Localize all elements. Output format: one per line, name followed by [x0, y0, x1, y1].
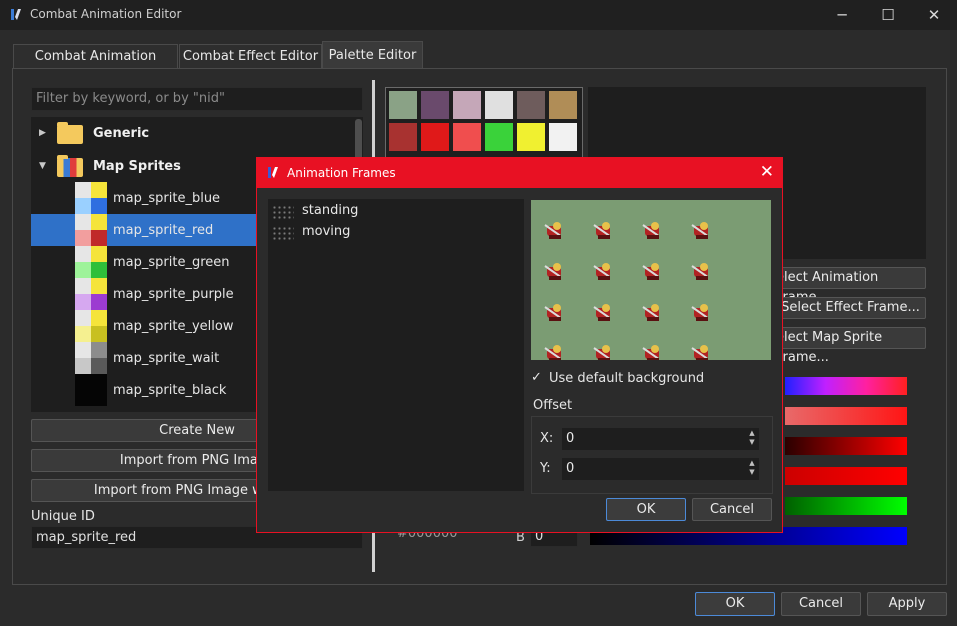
tab-combat-animation-editor[interactable]: Combat Animation Editor — [13, 44, 178, 88]
green-slider[interactable] — [785, 497, 907, 515]
palette-icon — [75, 214, 107, 246]
color-swatch[interactable] — [485, 91, 513, 119]
dialog-cancel-button[interactable]: Cancel — [692, 498, 772, 521]
sprite-frame — [592, 302, 616, 324]
folder-icon — [57, 122, 83, 144]
red-slider[interactable] — [785, 467, 907, 485]
select-effect-frame-button[interactable]: Select Effect Frame... — [775, 297, 926, 319]
sprite-frame — [543, 302, 567, 324]
palette-icon — [75, 342, 107, 374]
x-label: X: — [540, 431, 554, 446]
use-default-bg-checkbox[interactable]: ✓ — [531, 371, 545, 385]
frame-list: standing moving — [268, 199, 524, 491]
close-window-button[interactable]: ✕ — [911, 0, 957, 30]
palette-swatch-grid — [385, 87, 583, 164]
color-swatch[interactable] — [389, 91, 417, 119]
palette-icon — [75, 246, 107, 278]
frame-thumbnail-icon — [272, 226, 294, 240]
spin-arrows-icon[interactable]: ▲ ▼ — [747, 459, 757, 477]
color-swatch[interactable] — [517, 123, 545, 151]
palette-icon — [75, 182, 107, 214]
minimize-button[interactable]: ─ — [819, 0, 865, 30]
offset-label: Offset — [533, 398, 573, 413]
frame-item-moving[interactable]: moving — [272, 223, 472, 243]
y-label: Y: — [540, 461, 551, 476]
app-icon — [268, 167, 278, 178]
sprite-frame — [690, 261, 714, 283]
color-swatch[interactable] — [453, 123, 481, 151]
dialog-title-bar: Animation Frames ✕ — [257, 158, 782, 188]
palette-name: map_sprite_wait — [113, 351, 220, 366]
sprite-frame — [543, 343, 567, 360]
palette-name: map_sprite_red — [113, 223, 214, 238]
color-swatch[interactable] — [421, 91, 449, 119]
x-spinbox[interactable]: 0 ▲ ▼ — [562, 428, 759, 450]
sprite-frame — [690, 220, 714, 242]
tree-group-label: Map Sprites — [93, 159, 181, 174]
y-spinbox[interactable]: 0 ▲ ▼ — [562, 458, 759, 480]
tab-combat-effect-editor[interactable]: Combat Effect Editor — [179, 44, 322, 70]
palette-name: map_sprite_blue — [113, 191, 221, 206]
select-map-sprite-frame-button[interactable]: elect Map Sprite Frame... — [775, 327, 926, 365]
collapse-arrow-icon[interactable]: ▼ — [39, 161, 46, 171]
window-title: Combat Animation Editor — [30, 7, 182, 21]
sprite-frame — [641, 220, 665, 242]
dialog-ok-button[interactable]: OK — [606, 498, 686, 521]
sprite-preview — [531, 200, 771, 360]
ok-button[interactable]: OK — [695, 592, 775, 616]
value-slider[interactable] — [785, 437, 907, 455]
tree-group-label: Generic — [93, 126, 150, 141]
title-bar: Combat Animation Editor ─ ☐ ✕ — [0, 0, 957, 30]
maximize-button[interactable]: ☐ — [865, 0, 911, 30]
sprite-frame — [543, 220, 567, 242]
tab-palette-editor[interactable]: Palette Editor — [322, 41, 423, 70]
filter-input[interactable]: Filter by keyword, or by "nid" — [31, 87, 363, 111]
tree-group-generic[interactable]: ▶ Generic — [31, 117, 354, 149]
offset-group: X: 0 ▲ ▼ Y: 0 ▲ ▼ — [531, 416, 773, 494]
sprite-frame — [543, 261, 567, 283]
palette-icon — [75, 374, 107, 406]
sprite-frame — [641, 261, 665, 283]
palette-name: map_sprite_green — [113, 255, 230, 270]
color-swatch[interactable] — [453, 91, 481, 119]
palette-name: map_sprite_yellow — [113, 319, 234, 334]
sprite-frame — [641, 343, 665, 360]
color-swatch[interactable] — [549, 91, 577, 119]
animation-frames-dialog: Animation Frames ✕ standing moving ✓ Use… — [256, 157, 783, 533]
dialog-title: Animation Frames — [287, 166, 396, 180]
palette-name: map_sprite_purple — [113, 287, 234, 302]
hue-slider[interactable] — [785, 377, 907, 395]
palette-icon — [75, 278, 107, 310]
sprite-frame — [641, 302, 665, 324]
color-swatch[interactable] — [485, 123, 513, 151]
sprite-frame — [592, 220, 616, 242]
palette-icon — [75, 310, 107, 342]
apply-button[interactable]: Apply — [867, 592, 947, 616]
color-swatch[interactable] — [549, 123, 577, 151]
color-swatch[interactable] — [421, 123, 449, 151]
color-swatch[interactable] — [517, 91, 545, 119]
close-icon[interactable]: ✕ — [760, 162, 774, 182]
unique-id-label: Unique ID — [31, 509, 95, 524]
expand-arrow-icon[interactable]: ▶ — [39, 128, 46, 138]
saturation-slider[interactable] — [785, 407, 907, 425]
spin-arrows-icon[interactable]: ▲ ▼ — [747, 429, 757, 447]
use-default-bg-label: Use default background — [549, 371, 705, 386]
sprite-frame — [592, 261, 616, 283]
sprite-frame — [690, 343, 714, 360]
sprite-frame — [592, 343, 616, 360]
app-icon — [11, 9, 21, 20]
cancel-button[interactable]: Cancel — [781, 592, 861, 616]
frame-thumbnail-icon — [272, 205, 294, 219]
folder-icon — [57, 155, 83, 177]
palette-name: map_sprite_black — [113, 383, 227, 398]
sprite-frame — [690, 302, 714, 324]
frame-item-standing[interactable]: standing — [272, 202, 472, 222]
color-swatch[interactable] — [389, 123, 417, 151]
select-animation-frame-button[interactable]: elect Animation Frame... — [775, 267, 926, 305]
